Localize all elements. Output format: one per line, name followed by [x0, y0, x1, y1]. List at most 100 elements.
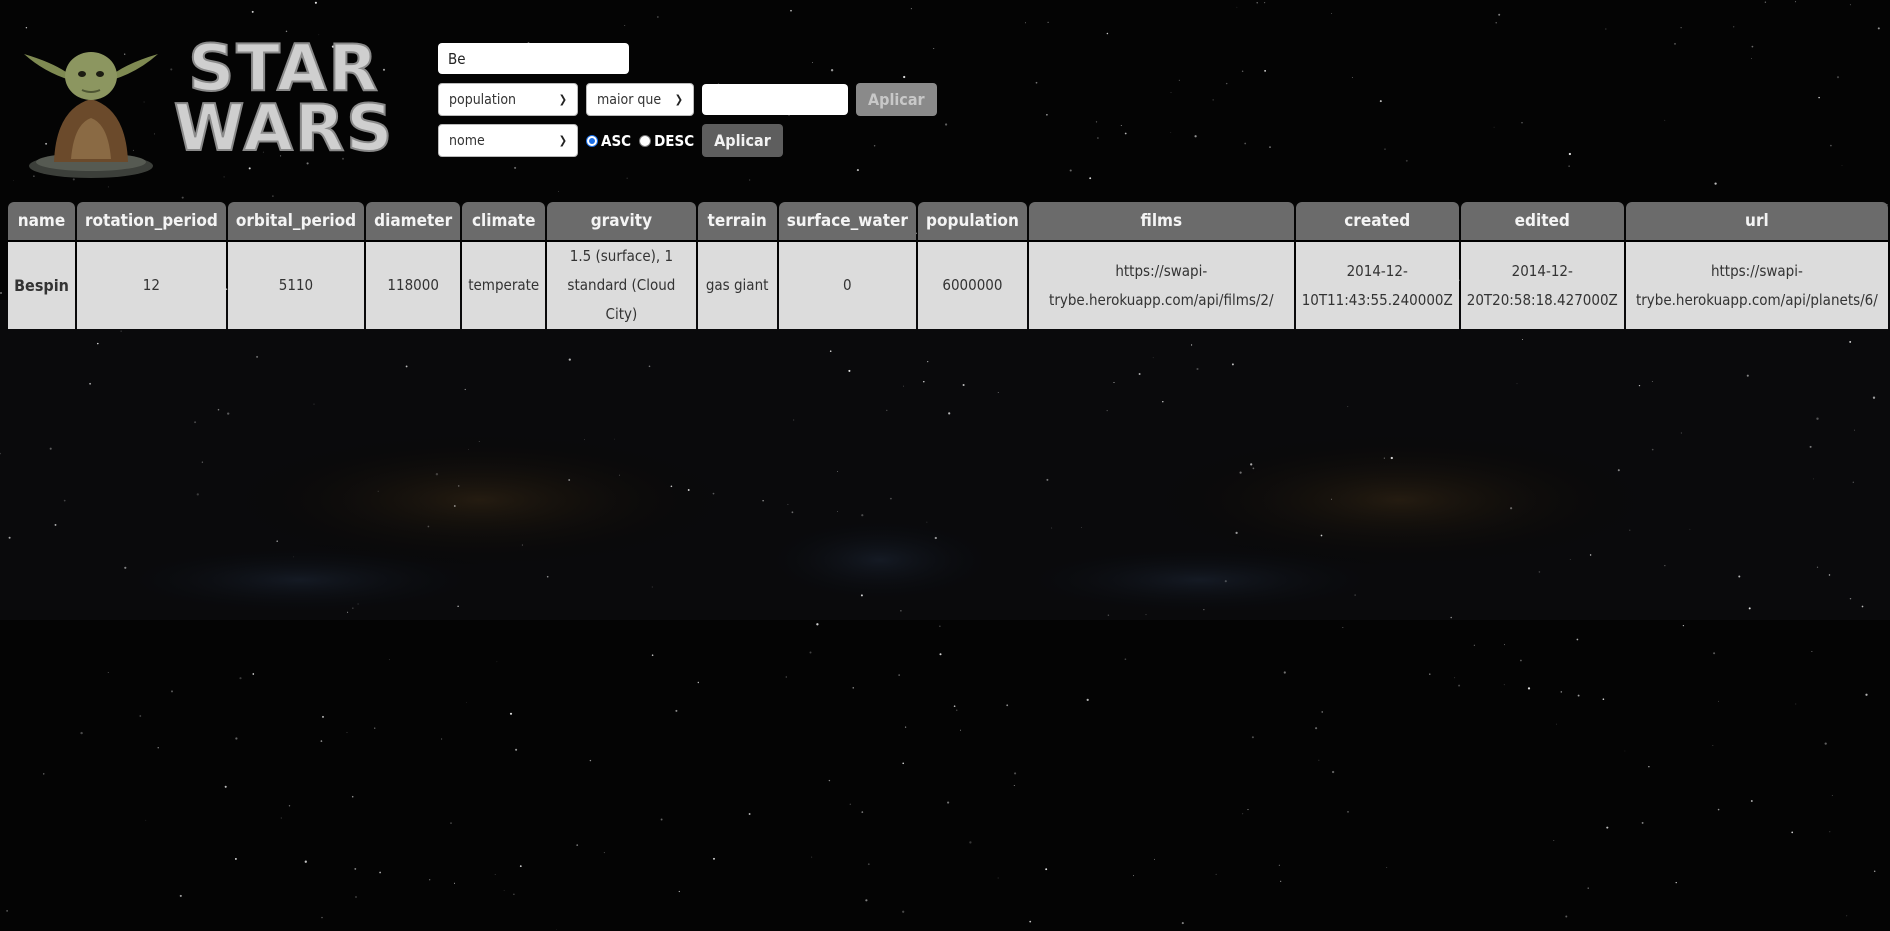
star — [1242, 813, 1244, 815]
star — [1354, 594, 1356, 596]
star — [1846, 915, 1848, 917]
star — [1347, 406, 1349, 408]
star — [1504, 644, 1505, 646]
star — [1256, 2, 1258, 4]
star — [1717, 700, 1719, 702]
star — [790, 9, 792, 12]
star — [811, 856, 813, 858]
apply-filter-button[interactable]: Aplicar — [856, 83, 937, 116]
star — [519, 865, 522, 867]
comparison-filter-select[interactable]: maior que ❯ — [586, 83, 694, 116]
star — [1106, 410, 1108, 412]
star — [762, 500, 764, 502]
star — [1553, 840, 1555, 841]
star — [603, 852, 605, 854]
cell-population: 6000000 — [917, 242, 1027, 329]
star — [13, 180, 14, 181]
star — [1429, 673, 1431, 675]
star — [828, 779, 831, 782]
star — [1086, 698, 1089, 702]
wars-logo-text: WARS — [174, 92, 395, 166]
star — [388, 659, 390, 661]
radio-selected-icon — [586, 134, 598, 147]
star — [902, 910, 905, 913]
header-films: films — [1028, 202, 1294, 242]
star — [939, 653, 942, 656]
star — [903, 385, 904, 387]
star — [1689, 528, 1691, 530]
star — [1450, 616, 1452, 619]
star — [1674, 43, 1676, 45]
star — [1877, 27, 1880, 30]
star — [856, 169, 859, 172]
star — [816, 623, 819, 626]
column-filter-select[interactable]: population ❯ — [438, 83, 578, 116]
star — [568, 358, 571, 361]
star — [1264, 2, 1266, 4]
star — [1107, 614, 1110, 617]
star — [1712, 745, 1714, 746]
value-filter-input[interactable] — [702, 84, 848, 115]
star — [107, 671, 109, 673]
star — [1081, 527, 1083, 528]
apply-sort-button[interactable]: Aplicar — [702, 124, 783, 157]
star — [886, 409, 888, 412]
star — [1170, 92, 1172, 93]
star — [374, 727, 376, 729]
star — [997, 877, 999, 879]
star — [352, 607, 354, 609]
header-name: name — [8, 202, 75, 242]
sort-desc-radio[interactable]: DESC — [639, 132, 694, 150]
star — [910, 8, 912, 10]
star — [1764, 1, 1767, 3]
star — [80, 731, 83, 735]
star — [1641, 821, 1644, 824]
star — [1602, 698, 1605, 701]
sort-column-value: nome — [449, 132, 485, 149]
star — [1113, 381, 1115, 384]
star — [1831, 795, 1833, 796]
star — [1331, 498, 1332, 500]
star — [347, 611, 349, 613]
star — [1029, 920, 1032, 923]
star — [861, 811, 864, 813]
star — [1516, 383, 1518, 385]
star — [1751, 45, 1754, 48]
star — [1811, 651, 1813, 652]
star — [956, 709, 958, 711]
star — [1624, 750, 1626, 752]
star — [1873, 870, 1876, 872]
sort-desc-label: DESC — [654, 131, 695, 150]
star — [1556, 723, 1558, 725]
yoda-star-wars-logo: STAR WARS — [24, 31, 395, 178]
star — [1629, 529, 1631, 531]
star — [1568, 152, 1572, 156]
star — [748, 179, 751, 181]
star — [514, 166, 517, 169]
cell-diameter: 118000 — [366, 242, 461, 329]
star — [898, 674, 900, 676]
star — [304, 860, 307, 863]
star — [1738, 575, 1741, 578]
cell-rotation-period: 12 — [76, 242, 226, 329]
star — [1495, 22, 1497, 24]
star — [576, 844, 579, 846]
star — [568, 479, 571, 481]
star — [792, 419, 795, 421]
star — [1816, 566, 1819, 568]
star — [478, 441, 480, 442]
name-search-input[interactable] — [438, 43, 629, 74]
star — [1089, 177, 1092, 180]
star — [313, 403, 315, 405]
star — [321, 916, 323, 919]
star — [947, 801, 950, 804]
star — [1247, 809, 1249, 811]
star — [288, 805, 291, 807]
sort-asc-radio[interactable]: ASC — [586, 132, 631, 150]
star — [272, 195, 274, 197]
star — [1046, 113, 1048, 116]
star — [450, 822, 452, 824]
sort-column-select[interactable]: nome ❯ — [438, 124, 578, 157]
star — [503, 890, 505, 891]
star — [1225, 82, 1228, 85]
